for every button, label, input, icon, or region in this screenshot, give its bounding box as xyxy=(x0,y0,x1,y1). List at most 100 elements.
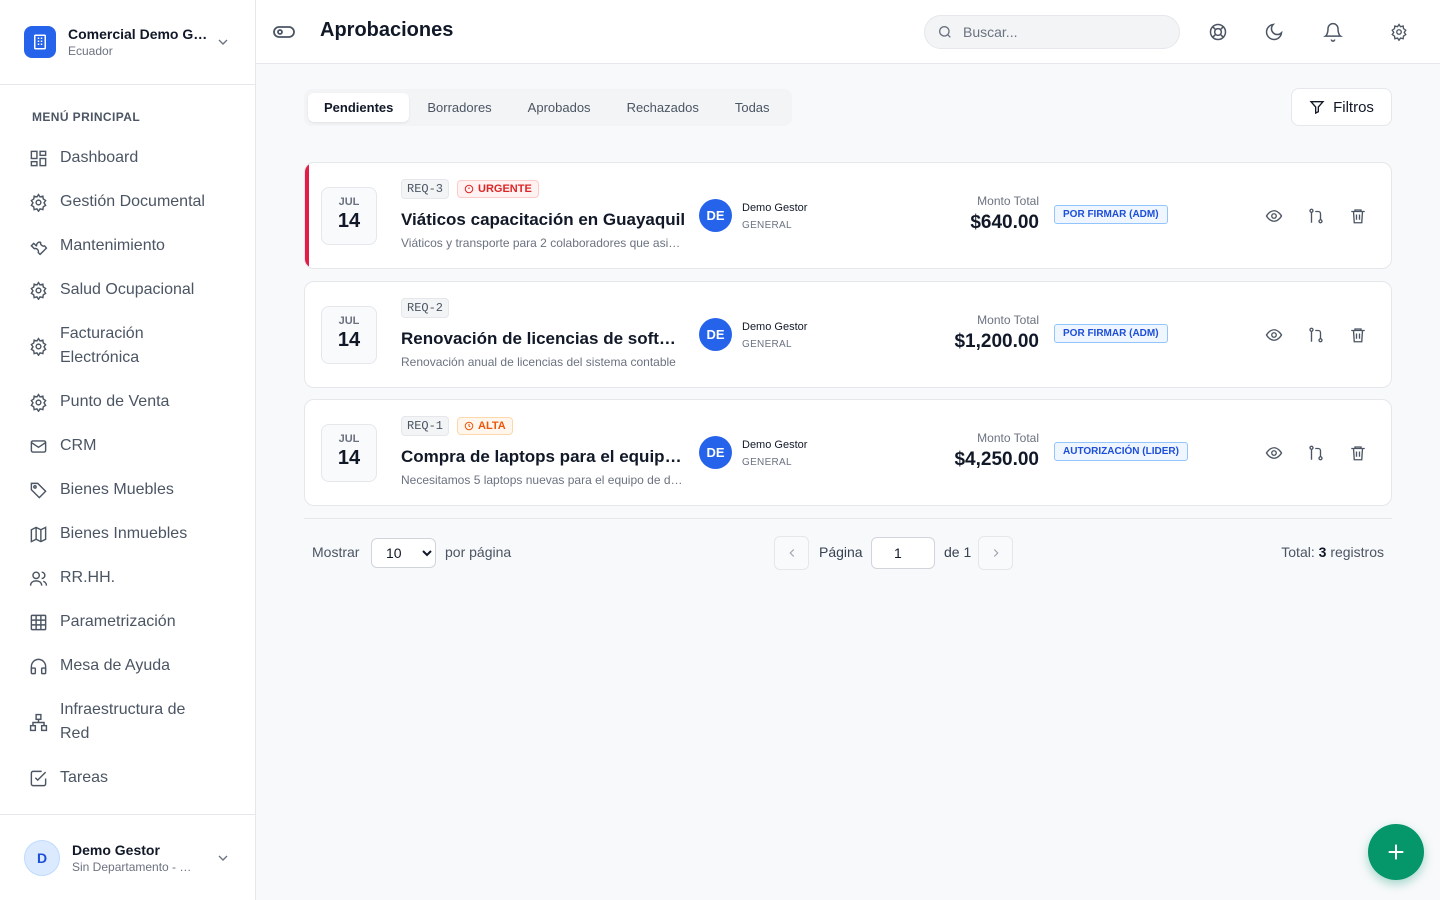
amount-label: Monto Total xyxy=(977,194,1039,208)
request-card[interactable]: JUL 14 REQ-1 ALTA Compra de laptops para… xyxy=(304,399,1392,506)
delete-button[interactable] xyxy=(1348,443,1368,463)
request-card[interactable]: JUL 14 REQ-2 Renovación de licencias de … xyxy=(304,281,1392,388)
tab-borradores[interactable]: Borradores xyxy=(409,93,509,122)
headphones-icon xyxy=(28,656,48,676)
sidebar-item-mantenimiento[interactable]: Mantenimiento xyxy=(0,224,255,268)
tab-aprobados[interactable]: Aprobados xyxy=(510,93,609,122)
plus-icon xyxy=(1388,844,1404,860)
page-number-input[interactable] xyxy=(871,537,935,569)
owner-department: GENERAL xyxy=(742,220,792,231)
avatar: DE xyxy=(699,199,732,232)
total-count: 3 xyxy=(1318,544,1327,560)
sidebar-item-gestion-documental[interactable]: Gestión Documental xyxy=(0,180,255,224)
view-button[interactable] xyxy=(1264,443,1284,463)
trash-icon xyxy=(1351,328,1365,343)
gear-icon xyxy=(1391,23,1407,41)
owner-department: GENERAL xyxy=(742,457,792,468)
view-button[interactable] xyxy=(1264,325,1284,345)
sidebar-item-label: Mantenimiento xyxy=(60,237,165,254)
gear-icon xyxy=(28,280,48,300)
page-size-select[interactable]: 10 xyxy=(371,538,436,568)
priority-label: URGENTE xyxy=(478,183,532,195)
priority-label: ALTA xyxy=(478,420,506,432)
sidebar-item-dashboard[interactable]: Dashboard xyxy=(0,136,255,180)
sidebar-item-salud-ocupacional[interactable]: Salud Ocupacional xyxy=(0,268,255,312)
sidebar-item-crm[interactable]: CRM xyxy=(0,424,255,468)
delete-button[interactable] xyxy=(1348,206,1368,226)
request-title: Viáticos capacitación en Guayaquil xyxy=(401,210,686,229)
company-name: Comercial Demo Gestor xyxy=(68,26,210,42)
workflow-button[interactable] xyxy=(1306,206,1326,226)
theme-toggle-button[interactable] xyxy=(1262,20,1286,44)
request-description: Renovación anual de licencias del sistem… xyxy=(401,355,676,369)
building-icon xyxy=(24,26,56,58)
workflow-button[interactable] xyxy=(1306,325,1326,345)
amount-label: Monto Total xyxy=(977,313,1039,327)
sidebar-item-label: Punto de Venta xyxy=(60,393,170,410)
main-menu: Dashboard Gestión Documental Mantenimien… xyxy=(0,136,255,800)
search-input[interactable] xyxy=(963,24,1163,40)
sidebar-toggle-button[interactable] xyxy=(272,20,296,44)
sidebar-item-bienes-muebles[interactable]: Bienes Muebles xyxy=(0,468,255,512)
next-page-button[interactable] xyxy=(978,536,1013,570)
eye-icon xyxy=(1265,329,1283,341)
gear-icon xyxy=(28,336,48,356)
add-request-button[interactable] xyxy=(1368,824,1424,880)
lifebuoy-icon xyxy=(1209,23,1227,41)
date-box: JUL 14 xyxy=(321,424,377,482)
search-box xyxy=(924,15,1180,49)
sidebar-item-infraestructura-de-red[interactable]: Infraestructura de Red xyxy=(0,688,255,756)
sidebar-item-bienes-inmuebles[interactable]: Bienes Inmuebles xyxy=(0,512,255,556)
delete-button[interactable] xyxy=(1348,325,1368,345)
sidebar-item-tareas[interactable]: Tareas xyxy=(0,756,255,800)
trash-icon xyxy=(1351,446,1365,461)
git-pull-request-icon xyxy=(1309,445,1323,461)
workflow-button[interactable] xyxy=(1306,443,1326,463)
chevron-down-icon xyxy=(218,855,228,861)
owner-department: GENERAL xyxy=(742,339,792,350)
sidebar-item-label: Bienes Muebles xyxy=(60,481,174,498)
settings-button[interactable] xyxy=(1387,20,1411,44)
amount-value: $4,250.00 xyxy=(954,449,1039,470)
status-tabs: Pendientes Borradores Aprobados Rechazad… xyxy=(304,89,792,126)
user-department: Sin Departamento - Gestor xyxy=(72,859,200,874)
previous-page-button[interactable] xyxy=(774,536,809,570)
tab-rechazados[interactable]: Rechazados xyxy=(609,93,717,122)
page-label: Página xyxy=(819,544,863,560)
sidebar-item-label: Gestión Documental xyxy=(60,193,205,210)
notifications-button[interactable] xyxy=(1321,20,1345,44)
users-icon xyxy=(28,568,48,588)
sidebar-item-facturacion-electronica[interactable]: Facturación Electrónica xyxy=(0,312,255,380)
sidebar-item-label: Infraestructura de Red xyxy=(60,701,186,742)
help-button[interactable] xyxy=(1206,20,1230,44)
request-code: REQ-3 xyxy=(401,179,450,199)
sidebar-item-punto-de-venta[interactable]: Punto de Venta xyxy=(0,380,255,424)
network-icon xyxy=(28,712,48,732)
request-code: REQ-1 xyxy=(401,416,450,436)
chevron-down-icon xyxy=(218,39,228,45)
company-country: Ecuador xyxy=(68,44,113,58)
mail-icon xyxy=(28,436,48,456)
sidebar-item-label: Mesa de Ayuda xyxy=(60,657,171,674)
date-day: 14 xyxy=(337,329,361,351)
dashboard-icon xyxy=(28,148,48,168)
status-badge: POR FIRMAR (ADM) xyxy=(1054,324,1168,343)
user-menu[interactable]: D Demo Gestor Sin Departamento - Gestor xyxy=(0,814,255,900)
request-card[interactable]: JUL 14 REQ-3 URGENTE Viáticos capacitaci… xyxy=(304,162,1392,269)
sidebar-item-mesa-de-ayuda[interactable]: Mesa de Ayuda xyxy=(0,644,255,688)
tab-todas[interactable]: Todas xyxy=(717,93,788,122)
sidebar-item-label: Parametrización xyxy=(60,613,176,630)
sidebar-item-parametrizacion[interactable]: Parametrización xyxy=(0,600,255,644)
filters-button[interactable]: Filtros xyxy=(1291,88,1392,126)
total-label: Total: xyxy=(1281,544,1315,560)
view-button[interactable] xyxy=(1264,206,1284,226)
sidebar-item-label: CRM xyxy=(60,437,97,454)
total-records: Total: 3 registros xyxy=(1281,544,1384,560)
sidebar-item-rrhh[interactable]: RR.HH. xyxy=(0,556,255,600)
git-pull-request-icon xyxy=(1309,327,1323,343)
company-switcher[interactable]: Comercial Demo Gestor Ecuador xyxy=(0,0,255,85)
request-title: Renovación de licencias de software cont… xyxy=(401,329,686,348)
tab-pendientes[interactable]: Pendientes xyxy=(308,93,410,122)
status-badge: AUTORIZACIÓN (LIDER) xyxy=(1054,442,1188,461)
status-badge: POR FIRMAR (ADM) xyxy=(1054,205,1168,224)
